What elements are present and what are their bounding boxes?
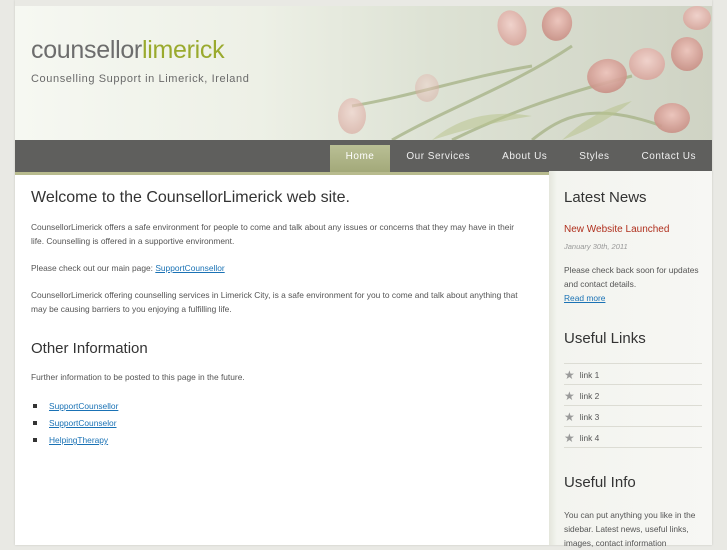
sidebar: Latest News New Website Launched January… <box>549 171 712 548</box>
nav-contact-us[interactable]: Contact Us <box>626 145 712 172</box>
site-logo[interactable]: counsellorlimerick <box>31 36 225 65</box>
main-page-prefix: Please check out our main page: <box>31 263 156 273</box>
divider <box>564 447 702 448</box>
intro-paragraph: CounsellorLimerick offers a safe environ… <box>31 222 515 246</box>
star-icon: ★ <box>564 410 575 424</box>
nav-our-services[interactable]: Our Services <box>390 145 486 172</box>
useful-info-text: You can put anything you like in the sid… <box>564 510 696 548</box>
news-body: Please check back soon for updates and c… <box>564 265 699 289</box>
news-date: January 30th, 2011 <box>564 242 628 251</box>
services-paragraph: CounsellorLimerick offering counselling … <box>31 290 518 314</box>
square-bullet-icon <box>33 404 37 409</box>
list-item: SupportCounselor <box>31 415 549 432</box>
further-info-paragraph: Further information to be posted to this… <box>31 372 245 382</box>
logo-part-2: limerick <box>141 36 225 64</box>
read-more-link[interactable]: Read more <box>564 293 605 303</box>
nav-home[interactable]: Home <box>329 145 391 172</box>
nav-about-us[interactable]: About Us <box>486 145 563 172</box>
sidebar-link-label: link 4 <box>579 433 600 443</box>
page-wrapper: counsellorlimerick Counselling Support i… <box>15 0 712 548</box>
welcome-heading: Welcome to the CounsellorLimerick web si… <box>31 189 350 206</box>
sidebar-link-3[interactable]: ★ link 3 <box>564 406 702 426</box>
list-item: SupportCounsellor <box>31 398 549 415</box>
site-header: counsellorlimerick Counselling Support i… <box>15 0 712 140</box>
nav-styles[interactable]: Styles <box>563 145 625 172</box>
main-navigation: Home Our Services About Us Styles Contac… <box>15 140 712 175</box>
list-link-support-counsellor[interactable]: SupportCounsellor <box>49 401 118 411</box>
tulip-header-image <box>338 6 711 140</box>
useful-links-heading: Useful Links <box>564 330 646 347</box>
sidebar-link-label: link 1 <box>579 370 600 380</box>
support-counsellor-link[interactable]: SupportCounsellor <box>155 263 224 273</box>
star-icon: ★ <box>564 368 575 382</box>
latest-news-heading: Latest News <box>564 189 647 206</box>
sidebar-link-4[interactable]: ★ link 4 <box>564 427 702 447</box>
logo-part-1: counsellor <box>31 36 142 64</box>
other-info-heading: Other Information <box>31 340 148 357</box>
sidebar-link-label: link 2 <box>579 391 600 401</box>
star-icon: ★ <box>564 389 575 403</box>
useful-info-heading: Useful Info <box>564 474 636 491</box>
links-list: SupportCounsellor SupportCounselor Helpi… <box>31 398 549 449</box>
site-slogan: Counselling Support in Limerick, Ireland <box>31 73 250 85</box>
sidebar-link-2[interactable]: ★ link 2 <box>564 385 702 405</box>
list-item: HelpingTherapy <box>31 432 549 449</box>
list-link-support-counselor[interactable]: SupportCounselor <box>49 418 117 428</box>
news-text: Please check back soon for updates and c… <box>564 263 704 305</box>
sidebar-link-1[interactable]: ★ link 1 <box>564 364 702 384</box>
main-page-paragraph: Please check out our main page: SupportC… <box>31 261 519 275</box>
list-link-helping-therapy[interactable]: HelpingTherapy <box>49 435 108 445</box>
news-title[interactable]: New Website Launched <box>564 224 669 235</box>
star-icon: ★ <box>564 431 575 445</box>
square-bullet-icon <box>33 421 37 426</box>
sidebar-link-label: link 3 <box>579 412 600 422</box>
square-bullet-icon <box>33 438 37 443</box>
main-content: Welcome to the CounsellorLimerick web si… <box>15 171 549 449</box>
